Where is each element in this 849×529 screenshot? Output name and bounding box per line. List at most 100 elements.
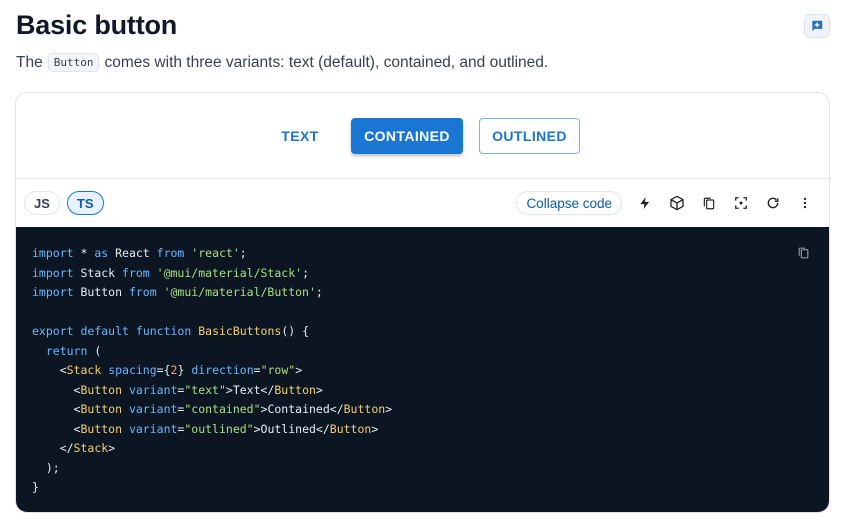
code-line: ); xyxy=(32,459,813,479)
reset-demo-button[interactable] xyxy=(757,187,789,219)
code-token: function xyxy=(135,324,192,338)
code-token: > xyxy=(315,382,323,397)
code-line: import * as React from 'react'; xyxy=(32,244,813,264)
code-token: > xyxy=(295,363,303,377)
code-token: > xyxy=(108,441,116,455)
page-title: Basic button xyxy=(16,10,178,40)
desc-before: The xyxy=(16,53,43,71)
code-block[interactable]: import * as React from 'react'; import St… xyxy=(16,227,829,512)
code-token: ; xyxy=(315,285,323,299)
code-token: Button xyxy=(80,402,123,416)
demo-card: TEXT CONTAINED OUTLINED JS TS Collapse c… xyxy=(15,92,830,513)
code-token: '@mui/material/Button' xyxy=(163,285,316,299)
code-token: Button xyxy=(274,382,316,397)
code-token: from xyxy=(156,246,185,260)
code-token: * xyxy=(73,246,95,260)
codesandbox-button[interactable] xyxy=(661,187,693,219)
code-line: return ( xyxy=(32,342,813,362)
tab-js[interactable]: JS xyxy=(24,191,60,215)
code-token: > xyxy=(385,402,393,416)
copy-icon xyxy=(703,197,715,209)
code-token: </ xyxy=(32,441,74,455)
code-token: ={ xyxy=(156,363,171,377)
code-token: = xyxy=(253,363,261,377)
code-token: spacing xyxy=(108,363,157,377)
code-token: < xyxy=(32,402,81,416)
code-token: "row" xyxy=(260,363,296,377)
code-token: >Outlined</ xyxy=(253,421,330,436)
code-token: Button xyxy=(329,421,372,436)
code-token: from xyxy=(122,265,150,280)
text-button[interactable]: TEXT xyxy=(265,118,335,154)
inline-code-button: Button xyxy=(47,53,100,72)
copy-icon xyxy=(798,247,808,259)
more-options-button[interactable] xyxy=(789,187,821,219)
outlined-button[interactable]: OUTLINED xyxy=(479,117,580,154)
collapse-code-button[interactable]: Collapse code xyxy=(516,191,622,215)
code-line: <Stack spacing={2} direction="row"> xyxy=(32,361,813,381)
code-token: variant xyxy=(128,402,178,416)
code-token: Button xyxy=(73,285,129,299)
code-line: <Button variant="contained">Contained</B… xyxy=(32,400,813,420)
code-token: 'react' xyxy=(191,246,240,260)
copy-code-button[interactable] xyxy=(793,243,813,263)
code-line: export default function BasicButtons() { xyxy=(32,322,813,342)
code-token: variant xyxy=(128,382,178,397)
desc-after: comes with three variants: text (default… xyxy=(104,53,549,71)
code-token: >Contained</ xyxy=(260,402,344,416)
feedback-button[interactable] xyxy=(804,14,830,38)
code-token: } xyxy=(32,480,39,494)
code-line: import Stack from '@mui/material/Stack'; xyxy=(32,264,813,284)
code-token: Button xyxy=(343,402,386,416)
code-token: < xyxy=(32,382,81,397)
code-token: ); xyxy=(32,460,60,475)
copy-source-button[interactable] xyxy=(693,187,725,219)
tab-ts[interactable]: TS xyxy=(66,191,104,215)
code-line: <Button variant="outlined">Outlined</But… xyxy=(32,420,813,440)
code-token: variant xyxy=(128,421,178,436)
code-line: import Button from '@mui/material/Button… xyxy=(32,283,813,303)
add-comment-icon xyxy=(812,20,823,32)
fullscreen-button[interactable] xyxy=(725,187,757,219)
code-token: < xyxy=(32,421,81,436)
code-line: } xyxy=(32,478,813,498)
code-token: ; xyxy=(239,246,247,260)
code-line: <Button variant="text">Text</Button> xyxy=(32,381,813,401)
code-token: Stack xyxy=(66,363,102,377)
code-token: from xyxy=(128,285,157,299)
cube-icon xyxy=(670,195,684,211)
fullscreen-icon xyxy=(735,197,747,209)
code-token: import xyxy=(32,246,74,260)
code-token: >Text</ xyxy=(225,382,275,397)
lightning-button[interactable] xyxy=(629,187,661,219)
code-toolbar: JS TS Collapse code xyxy=(16,178,829,227)
code-token: ; xyxy=(302,265,309,280)
code-token: "text" xyxy=(184,382,226,397)
lightning-icon xyxy=(640,197,650,209)
code-token: BasicButtons xyxy=(198,324,282,338)
code-token: '@mui/material/Stack' xyxy=(156,265,303,280)
code-token: Stack xyxy=(73,265,123,280)
code-token: > xyxy=(371,421,379,436)
code-token: direction xyxy=(191,363,254,377)
code-token: Button xyxy=(80,421,123,436)
description: The Button comes with three variants: te… xyxy=(16,53,548,72)
contained-button[interactable]: CONTAINED xyxy=(351,117,463,154)
refresh-icon xyxy=(767,197,779,209)
code-token: < xyxy=(32,363,67,377)
code-token: import xyxy=(32,265,74,280)
code-token: () { xyxy=(281,324,310,338)
code-token: ( xyxy=(87,343,102,358)
code-token: Stack xyxy=(73,441,109,455)
code-token: React xyxy=(108,246,157,260)
code-token: return xyxy=(45,343,88,358)
code-token: "contained" xyxy=(184,402,261,416)
